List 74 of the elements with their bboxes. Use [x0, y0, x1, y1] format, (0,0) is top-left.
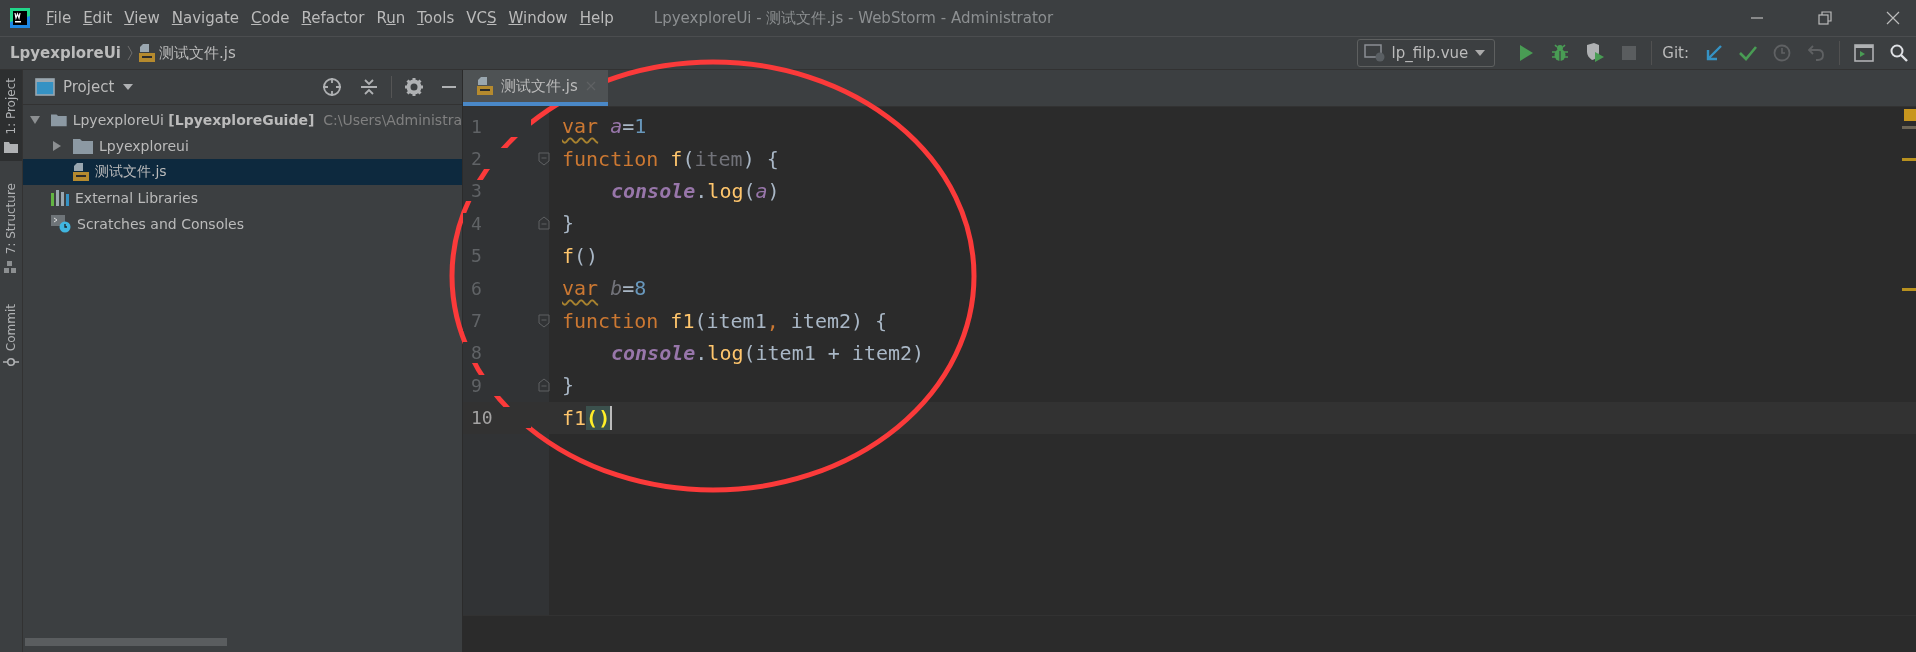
undo-icon[interactable]	[1807, 44, 1825, 62]
clock-icon[interactable]	[1773, 44, 1791, 62]
library-icon	[51, 190, 69, 206]
chevron-icon	[127, 45, 133, 61]
menu-item[interactable]: File	[40, 9, 78, 27]
scrollbar-thumb[interactable]	[25, 638, 227, 646]
caret-icon	[1474, 49, 1487, 57]
folder-icon	[4, 140, 18, 153]
code-line: var b=8	[561, 276, 647, 301]
collapse-arrow-icon[interactable]	[51, 140, 63, 152]
menu-item[interactable]: Help	[573, 9, 620, 27]
code-line: }	[561, 211, 575, 236]
checkmark-icon[interactable]	[1739, 44, 1757, 62]
scratches-icon	[51, 215, 71, 233]
menu-item[interactable]: View	[118, 9, 166, 27]
tree-item[interactable]: External Libraries	[23, 185, 462, 211]
menu-item[interactable]: Navigate	[165, 9, 246, 27]
menu-item[interactable]: Run	[370, 9, 412, 27]
code-line: console.log(item1 + item2)	[610, 340, 925, 365]
js-file-icon	[73, 163, 89, 181]
menu-item[interactable]: Tools	[411, 9, 461, 27]
update-arrow-icon[interactable]	[1705, 44, 1723, 62]
breadcrumb-file[interactable]: 测试文件.js	[159, 43, 236, 63]
restore-icon[interactable]	[1818, 11, 1832, 25]
caret-icon[interactable]	[122, 83, 135, 91]
bug-icon[interactable]	[1551, 44, 1570, 62]
collapse-all-icon[interactable]	[360, 78, 378, 96]
panel-title[interactable]: Project	[63, 78, 115, 96]
code-line: var a=1	[561, 114, 647, 139]
config-icon	[1363, 44, 1386, 62]
panel-window-icon	[35, 78, 55, 96]
menu-item[interactable]: Refactor	[295, 9, 371, 27]
side-tab[interactable]: 7: Structure	[0, 174, 22, 282]
fold-marker-icon[interactable]	[538, 151, 550, 166]
tree-item[interactable]: Lpyexploreui	[23, 133, 462, 159]
code-line: f1()	[561, 405, 611, 430]
stop-icon[interactable]	[1621, 45, 1638, 61]
menu-item[interactable]: Code	[245, 9, 296, 27]
fold-marker-icon[interactable]	[538, 216, 550, 231]
settings-icon[interactable]	[405, 78, 423, 96]
close-icon[interactable]	[1886, 11, 1900, 25]
webstorm-logo-icon	[10, 8, 30, 28]
search-icon[interactable]	[1890, 44, 1908, 62]
vcs-label: Git:	[1662, 44, 1689, 62]
fold-marker-icon[interactable]	[538, 378, 550, 393]
js-file-icon	[139, 44, 155, 62]
code-line: f()	[561, 243, 599, 268]
run-config-dropdown[interactable]: lp_filp.vue	[1356, 39, 1496, 67]
fold-marker-icon[interactable]	[538, 313, 550, 328]
crosshair-icon[interactable]	[322, 77, 342, 97]
code-line: console.log(a)	[610, 178, 780, 203]
side-tab[interactable]: 1: Project	[0, 70, 22, 161]
code-line: function f(item) {	[561, 146, 779, 171]
structure-icon	[4, 259, 18, 274]
text-caret	[610, 405, 613, 430]
breadcrumb-project[interactable]: LpyexploreUi	[10, 44, 121, 62]
editor-tab[interactable]: 测试文件.js	[463, 70, 608, 106]
tree-item[interactable]: LpyexploreUi [LpyexploreGuide] C:\Users\Administra	[23, 107, 462, 133]
expand-arrow-icon[interactable]	[29, 114, 41, 126]
side-tab[interactable]: Commit	[0, 295, 22, 376]
menu-item[interactable]: Window	[502, 9, 574, 27]
menu-item[interactable]: Edit	[77, 9, 119, 27]
tree-item[interactable]: 测试文件.js	[23, 159, 462, 185]
window-title: LpyexploreUi - 测试文件.js - WebStorm - Administrator	[653, 8, 1054, 28]
code-line: }	[561, 373, 575, 398]
js-file-icon	[477, 77, 493, 95]
coverage-run-icon[interactable]	[1585, 43, 1606, 63]
tree-item[interactable]: Scratches and Consoles	[23, 211, 462, 237]
menu-item[interactable]: VCS	[460, 9, 503, 27]
folder-icon	[73, 138, 93, 154]
folder-icon	[51, 112, 67, 128]
terminal-window-icon[interactable]	[1854, 44, 1874, 62]
code-line: function f1(item1, item2) {	[561, 308, 888, 333]
commit-icon	[3, 357, 19, 368]
